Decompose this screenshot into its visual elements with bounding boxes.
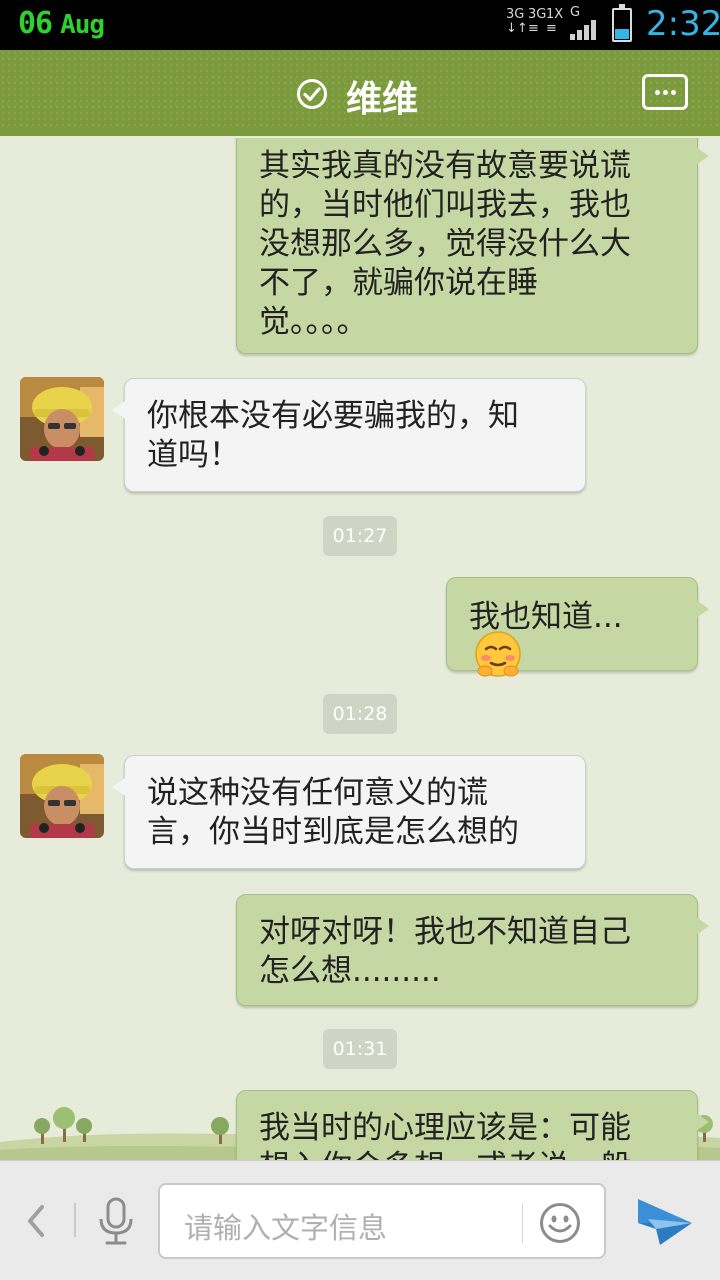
data-arrows-icon: ↓↑ — [506, 21, 528, 36]
avatar-photo — [20, 754, 104, 838]
message-bubble-sent[interactable]: 我当时的心理应该是：可能 想入你会多想，或者说一般 — [236, 1090, 709, 1160]
message-line: 道吗！ — [147, 437, 240, 473]
signal-dash-icon: ≡ — [528, 21, 539, 36]
message-line: 怎么想......... — [259, 953, 441, 989]
microphone-icon[interactable] — [96, 1197, 136, 1247]
status-month: Aug — [60, 10, 105, 40]
contact-name[interactable]: 维维 — [346, 70, 418, 122]
dot — [671, 90, 676, 95]
message-bubble-received[interactable]: 说这种没有任何意义的谎 言，你当时到底是怎么想的 — [112, 755, 586, 869]
status-time: 2:32 — [646, 4, 720, 44]
message-line: 你根本没有必要骗我的，知 — [147, 398, 519, 434]
timestamp: 01:27 — [323, 516, 397, 556]
message-bubble-sent[interactable]: 对呀对呀！我也不知道自己 怎么想......... — [236, 894, 709, 1006]
timestamp: 01:31 — [323, 1029, 397, 1069]
message-line: 想入你会多想，或者说一般 — [259, 1148, 675, 1160]
contact-avatar[interactable] — [20, 754, 104, 838]
battery-level — [615, 28, 629, 39]
send-icon[interactable] — [636, 1195, 694, 1247]
message-bubble-sent[interactable]: 其实我真的没有故意要说谎 的，当时他们叫我去，我也 没想那么多，觉得没什么大 不… — [236, 138, 709, 354]
signal-dash-icon: ≡ — [546, 21, 557, 36]
battery-icon — [612, 4, 632, 42]
network-3g-icon: 3G ≡ — [528, 8, 546, 36]
emoji-icon[interactable] — [538, 1201, 582, 1245]
message-line: 的，当时他们叫我去，我也 — [259, 187, 631, 223]
divider — [522, 1203, 523, 1243]
signal-strength-icon — [570, 18, 600, 40]
message-bubble-sent[interactable]: 我也知道... — [446, 577, 709, 677]
network-1x-icon: 1X ≡ — [546, 8, 563, 36]
divider — [74, 1203, 76, 1237]
avatar-photo — [20, 377, 104, 461]
message-input[interactable]: 请输入文字信息 — [158, 1183, 606, 1259]
message-input-placeholder: 请输入文字信息 — [184, 1211, 388, 1245]
chat-info-button[interactable] — [642, 74, 688, 110]
message-line: 觉。。。。 — [259, 304, 368, 340]
network-label: 1X — [546, 7, 564, 22]
network-3g-icon: 3G ↓↑ — [506, 8, 528, 36]
message-bubble-received[interactable]: 你根本没有必要骗我的，知 道吗！ — [112, 378, 586, 492]
message-line: 对呀对呀！我也不知道自己 — [259, 914, 631, 950]
header-zigzag-edge — [0, 128, 720, 136]
message-line: 其实我真的没有故意要说谎 — [259, 148, 631, 184]
timestamp: 01:28 — [323, 694, 397, 734]
message-line: 没想那么多，觉得没什么大 — [259, 226, 631, 262]
message-line: 说这种没有任何意义的谎 — [147, 775, 488, 811]
status-bar: 06 Aug 3G ↓↑ 3G ≡ 1X ≡ G 2:32 — [0, 0, 720, 50]
status-date: 06 Aug — [18, 6, 105, 41]
embarrassed-face-icon — [475, 631, 521, 677]
message-line: 我当时的心理应该是：可能 — [259, 1110, 631, 1146]
input-bar: 请输入文字信息 — [0, 1160, 720, 1280]
chevron-left-icon[interactable] — [22, 1199, 50, 1243]
message-line: 言，你当时到底是怎么想的 — [147, 814, 519, 850]
verified-check-icon — [297, 79, 327, 109]
dot — [655, 90, 660, 95]
network-label: 3G — [506, 7, 525, 22]
status-day: 06 — [18, 6, 53, 41]
contact-avatar[interactable] — [20, 377, 104, 461]
network-label: 3G — [528, 7, 547, 22]
dot — [663, 90, 668, 95]
message-line: 不了，就骗你说在睡 — [259, 265, 538, 301]
chat-area[interactable]: 其实我真的没有故意要说谎 的，当时他们叫我去，我也 没想那么多，觉得没什么大 不… — [0, 138, 720, 1160]
